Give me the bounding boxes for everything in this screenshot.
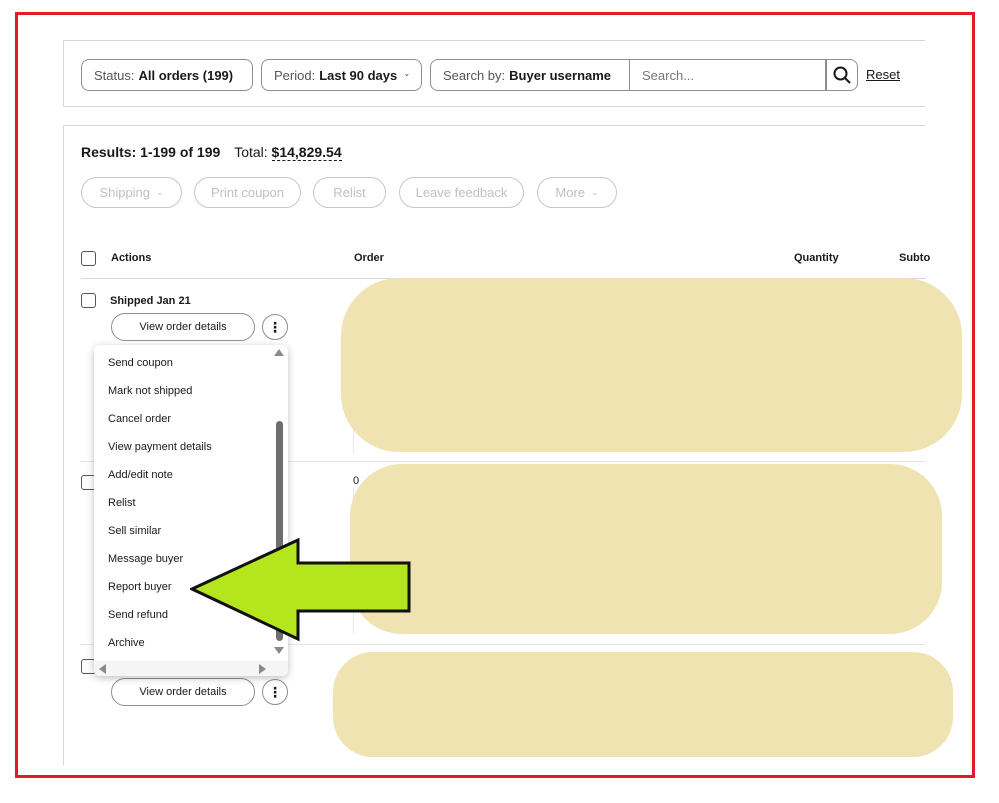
filter-panel: Status: All orders (199) Period: Last 90…: [63, 40, 925, 107]
total-value[interactable]: $14,829.54: [271, 144, 342, 161]
select-all-checkbox[interactable]: [81, 251, 96, 266]
search-icon: [833, 66, 851, 84]
chevron-down-icon: [405, 74, 409, 77]
status-dropdown[interactable]: Status: All orders (199): [81, 59, 253, 91]
menu-item-send-coupon[interactable]: Send coupon: [108, 357, 173, 369]
period-label: Period:: [274, 67, 316, 83]
menu-item-cancel-order[interactable]: Cancel order: [108, 413, 171, 425]
search-button[interactable]: [826, 59, 858, 91]
column-quantity: Quantity: [794, 252, 839, 264]
menu-item-sell-similar[interactable]: Sell similar: [108, 525, 161, 537]
search-by-dropdown[interactable]: Search by: Buyer username: [430, 59, 630, 91]
chevron-down-icon: ⌄: [156, 187, 164, 197]
order-number-fragment: 0: [353, 475, 360, 487]
period-dropdown[interactable]: Period: Last 90 days: [261, 59, 422, 91]
reset-link[interactable]: Reset: [866, 67, 900, 82]
menu-item-mark-not-shipped[interactable]: Mark not shipped: [108, 385, 192, 397]
redacted-order-content: [341, 278, 962, 452]
redacted-order-content: [333, 652, 953, 757]
chevron-down-icon: ⌄: [591, 187, 599, 197]
status-value: All orders (199): [138, 67, 234, 83]
redacted-order-content: [350, 464, 942, 634]
row-checkbox[interactable]: [81, 293, 96, 308]
search-input[interactable]: Search...: [630, 59, 826, 91]
more-actions-kebab-icon[interactable]: ⋮: [262, 314, 288, 340]
column-order: Order: [354, 252, 384, 264]
column-actions: Actions: [111, 252, 152, 264]
shipping-button[interactable]: Shipping ⌄: [81, 177, 182, 208]
order-status: Shipped Jan 21: [110, 295, 191, 307]
scroll-right-arrow-icon[interactable]: [259, 664, 266, 674]
search-by-label: Search by:: [443, 67, 506, 83]
menu-item-relist[interactable]: Relist: [108, 497, 136, 509]
search-by-value: Buyer username: [509, 67, 612, 83]
view-order-details-button[interactable]: View order details: [111, 678, 255, 706]
menu-item-send-refund[interactable]: Send refund: [108, 609, 168, 621]
results-summary: Results: 1-199 of 199 Total: $14,829.54: [81, 144, 342, 161]
view-order-details-button[interactable]: View order details: [111, 313, 255, 341]
period-value: Last 90 days: [319, 67, 398, 83]
search-placeholder: Search...: [642, 67, 695, 83]
menu-item-view-payment-details[interactable]: View payment details: [108, 441, 212, 453]
menu-item-archive[interactable]: Archive: [108, 637, 145, 649]
print-coupon-button[interactable]: Print coupon: [194, 177, 301, 208]
horizontal-scrollbar[interactable]: [94, 661, 288, 676]
menu-item-message-buyer[interactable]: Message buyer: [108, 553, 183, 565]
results-range: Results: 1-199 of 199: [81, 144, 221, 160]
scroll-up-arrow-icon[interactable]: [274, 349, 284, 356]
scroll-down-arrow-icon[interactable]: [274, 647, 284, 654]
menu-item-add-edit-note[interactable]: Add/edit note: [108, 469, 173, 481]
relist-button[interactable]: Relist: [313, 177, 386, 208]
more-actions-kebab-icon[interactable]: ⋮: [262, 679, 288, 705]
status-label: Status:: [94, 67, 135, 83]
table-header: Actions Order Quantity Subto: [81, 248, 930, 279]
column-subtotal: Subto: [899, 252, 931, 264]
leave-feedback-button[interactable]: Leave feedback: [399, 177, 524, 208]
annotation-arrow-icon: [190, 538, 411, 642]
scroll-left-arrow-icon[interactable]: [99, 664, 106, 674]
menu-item-report-buyer[interactable]: Report buyer: [108, 581, 172, 593]
total-label: Total:: [234, 144, 268, 160]
more-button[interactable]: More ⌄: [537, 177, 617, 208]
